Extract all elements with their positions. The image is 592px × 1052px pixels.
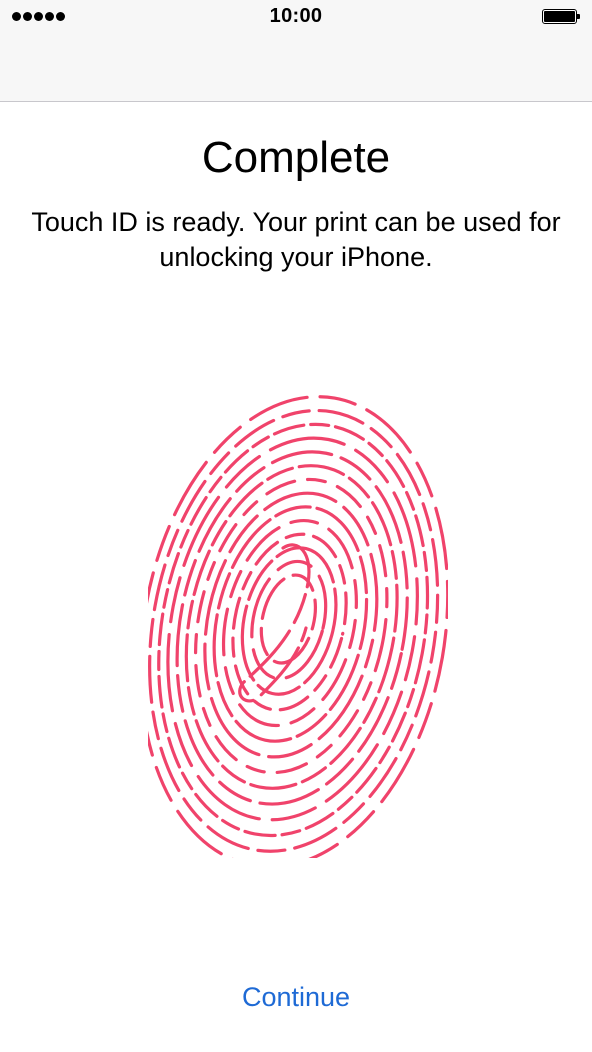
touch-id-complete-screen: 10:00 Complete Touch ID is ready. Your p… xyxy=(0,0,592,1052)
continue-button[interactable]: Continue xyxy=(0,982,592,1013)
fingerprint-icon xyxy=(148,395,448,858)
battery-full-icon xyxy=(542,9,580,24)
page-subtitle: Touch ID is ready. Your print can be use… xyxy=(31,207,561,272)
page-title: Complete xyxy=(201,133,391,182)
navigation-bar: 10:00 xyxy=(0,0,592,102)
status-time: 10:00 xyxy=(269,5,323,27)
status-bar: 10:00 xyxy=(0,0,592,34)
